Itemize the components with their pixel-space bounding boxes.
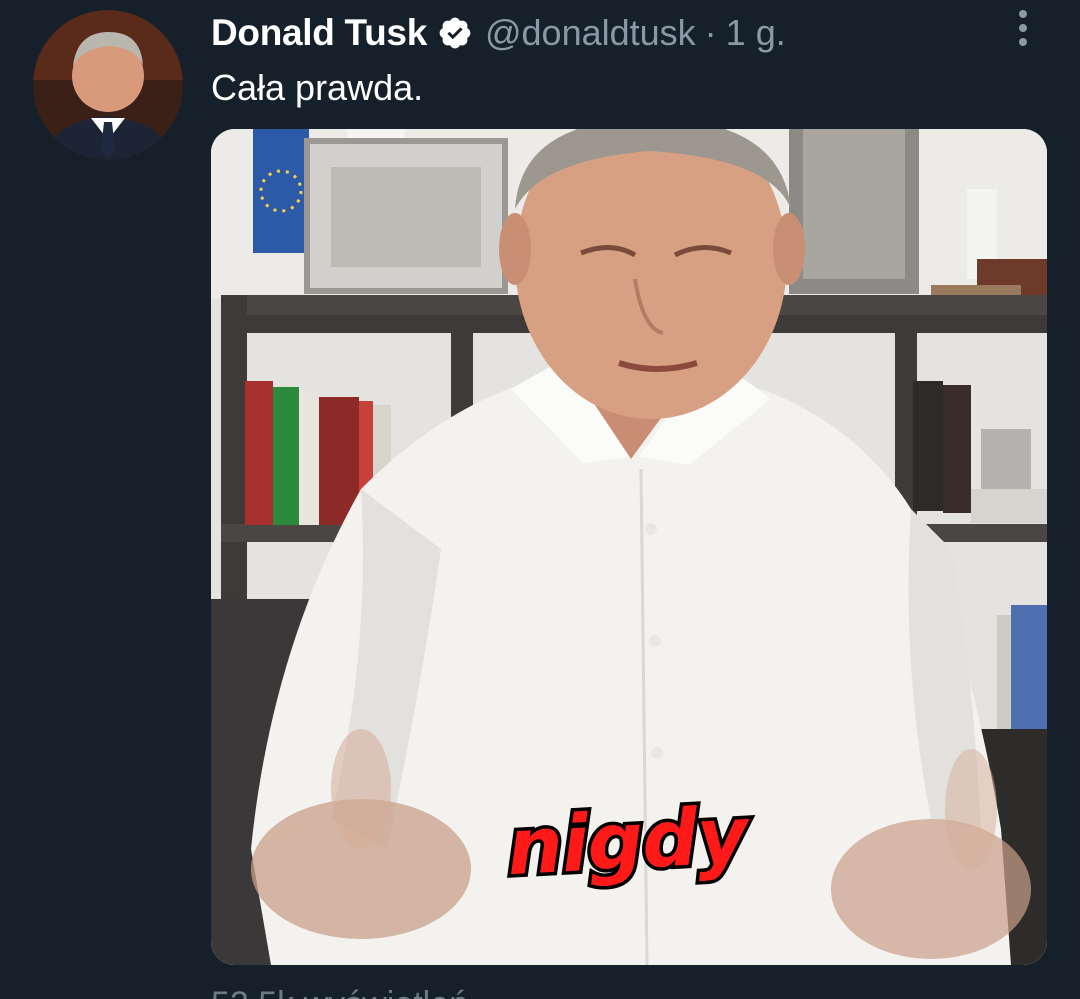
author-handle[interactable]: @donaldtusk [485,12,696,54]
avatar[interactable] [33,10,183,160]
tweet-media-video[interactable]: nigdy [211,129,1047,965]
tweet[interactable]: Donald Tusk @donaldtusk · 1 g. Cała praw… [0,0,1080,999]
tweet-timestamp[interactable]: 1 g. [726,12,786,54]
tweet-text: Cała prawda. [211,67,424,108]
header-separator: · [704,12,717,53]
tweet-header: Donald Tusk @donaldtusk · 1 g. [211,10,786,56]
verified-badge-icon [437,15,473,51]
author-name[interactable]: Donald Tusk [211,12,427,54]
more-vertical-icon[interactable] [1006,9,1040,49]
view-count[interactable]: 52,5k wyświetleń [211,984,468,999]
